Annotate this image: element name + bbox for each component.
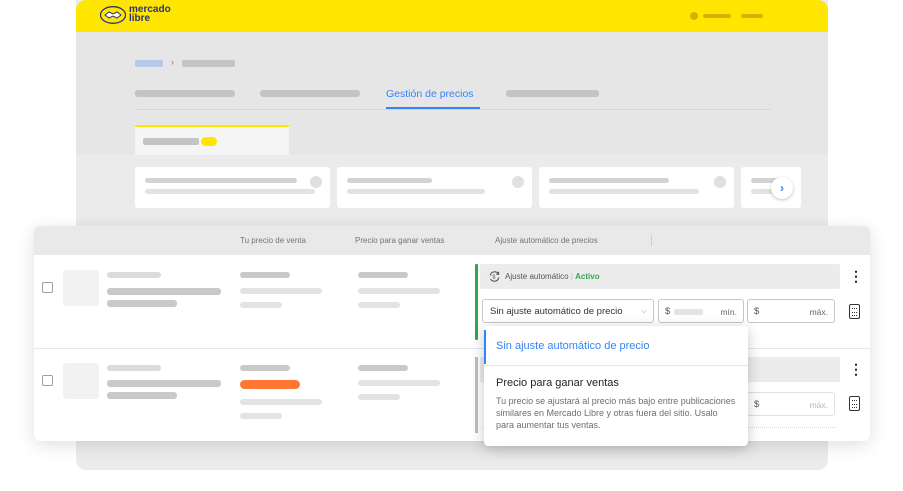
handshake-logo-icon[interactable] bbox=[100, 6, 126, 24]
max-price-input-row2[interactable]: $ máx. bbox=[747, 392, 835, 416]
row-checkbox[interactable] bbox=[42, 282, 53, 293]
price-alert-badge bbox=[240, 380, 300, 389]
inactive-status-bar bbox=[475, 357, 478, 433]
select-value: Sin ajuste automático de precio bbox=[490, 306, 623, 317]
sale-price-sub-placeholder bbox=[240, 288, 322, 294]
option-description: Tu precio se ajustará al precio más bajo… bbox=[496, 396, 736, 430]
winning-price-extra-placeholder bbox=[358, 302, 400, 308]
product-thumbnail bbox=[63, 270, 99, 306]
auto-adjust-status-text: Ajuste automático | Activo bbox=[505, 272, 600, 281]
winning-price-extra-placeholder bbox=[358, 394, 400, 400]
winning-price-placeholder bbox=[358, 365, 408, 371]
auto-adjust-header: $ Ajuste automático | Activo bbox=[480, 264, 840, 289]
option-label: Sin ajuste automático de precio bbox=[496, 340, 650, 352]
tab-placeholder-1[interactable] bbox=[135, 90, 235, 97]
chevron-right-icon[interactable]: › bbox=[771, 177, 793, 199]
product-name-placeholder bbox=[107, 288, 221, 295]
kebab-menu-icon[interactable]: ⋮ bbox=[849, 362, 863, 376]
currency-symbol: $ bbox=[665, 306, 671, 317]
tab-gestion-de-precios[interactable]: Gestión de precios bbox=[386, 88, 474, 100]
max-price-input[interactable]: $ máx. bbox=[747, 299, 835, 323]
table-header: Tu precio de venta Precio para ganar ven… bbox=[34, 226, 870, 255]
status-badge: Activo bbox=[575, 272, 600, 281]
summary-card-1[interactable] bbox=[135, 167, 330, 208]
sale-price-placeholder bbox=[240, 272, 290, 278]
col-header-sale-price: Tu precio de venta bbox=[240, 236, 306, 245]
sale-price-sub-placeholder bbox=[240, 399, 322, 405]
currency-symbol: $ bbox=[754, 306, 760, 317]
product-title-placeholder bbox=[107, 365, 161, 371]
product-sub-placeholder bbox=[107, 392, 177, 399]
header-divider bbox=[651, 235, 652, 246]
dropdown-option-no-adjust[interactable]: Sin ajuste automático de precio bbox=[484, 326, 748, 366]
currency-symbol: $ bbox=[754, 399, 760, 410]
active-status-bar bbox=[475, 264, 478, 340]
top-navbar: mercado libre bbox=[76, 0, 828, 32]
sale-price-extra-placeholder bbox=[240, 413, 282, 419]
product-sub-placeholder bbox=[107, 300, 177, 307]
sub-tab-active[interactable] bbox=[135, 125, 289, 155]
max-label: máx. bbox=[809, 400, 828, 410]
tab-placeholder-2[interactable] bbox=[260, 90, 360, 97]
winning-price-sub-placeholder bbox=[358, 288, 440, 294]
breadcrumb: › bbox=[135, 57, 255, 69]
dropdown-option-winning-price[interactable]: Precio para ganar ventas Tu precio se aj… bbox=[484, 367, 748, 446]
col-header-winning-price: Precio para ganar ventas bbox=[355, 236, 445, 245]
adjust-type-dropdown: Sin ajuste automático de precio Precio p… bbox=[484, 326, 748, 446]
summary-card-2[interactable] bbox=[337, 167, 532, 208]
auto-adjust-icon: $ bbox=[489, 271, 500, 282]
sale-price-extra-placeholder bbox=[240, 302, 282, 308]
breadcrumb-chevron-icon: › bbox=[171, 57, 174, 67]
tabs-divider bbox=[135, 109, 770, 110]
brand-wordmark: mercado libre bbox=[129, 5, 171, 24]
kebab-menu-icon[interactable]: ⋮ bbox=[849, 269, 863, 283]
summary-card-3[interactable] bbox=[539, 167, 734, 208]
max-label: máx. bbox=[809, 307, 828, 317]
status-separator: | bbox=[570, 272, 573, 281]
option-label: Precio para ganar ventas bbox=[496, 377, 619, 389]
winning-price-sub-placeholder bbox=[358, 380, 440, 386]
product-title-placeholder bbox=[107, 272, 161, 278]
row-checkbox[interactable] bbox=[42, 375, 53, 386]
breadcrumb-link[interactable] bbox=[135, 60, 163, 67]
user-name-placeholder bbox=[703, 14, 731, 18]
adjust-type-select[interactable]: Sin ajuste automático de precio ⌵ bbox=[482, 299, 654, 323]
tab-placeholder-3[interactable] bbox=[506, 90, 599, 97]
chevron-down-icon: ⌵ bbox=[640, 306, 647, 315]
selected-option-indicator bbox=[484, 330, 486, 364]
calculator-icon[interactable] bbox=[849, 304, 860, 319]
svg-text:$: $ bbox=[492, 275, 495, 281]
calculator-icon[interactable] bbox=[849, 396, 860, 411]
min-price-input[interactable]: $ mín. bbox=[658, 299, 744, 323]
col-header-auto-adjust: Ajuste automático de precios bbox=[495, 236, 598, 245]
active-tab-indicator bbox=[386, 107, 480, 109]
auto-adjust-label: Ajuste automático bbox=[505, 272, 569, 281]
user-avatar-placeholder[interactable] bbox=[690, 12, 698, 20]
sub-tab-label-placeholder bbox=[143, 138, 199, 145]
sale-price-placeholder bbox=[240, 365, 290, 371]
min-price-value-placeholder bbox=[674, 309, 703, 315]
product-name-placeholder bbox=[107, 380, 221, 387]
sub-tab-badge bbox=[201, 137, 217, 146]
min-label: mín. bbox=[720, 307, 737, 317]
menu-placeholder[interactable] bbox=[741, 14, 763, 18]
product-thumbnail bbox=[63, 363, 99, 399]
winning-price-placeholder bbox=[358, 272, 408, 278]
breadcrumb-current bbox=[182, 60, 235, 67]
brand-line2: libre bbox=[129, 13, 151, 24]
